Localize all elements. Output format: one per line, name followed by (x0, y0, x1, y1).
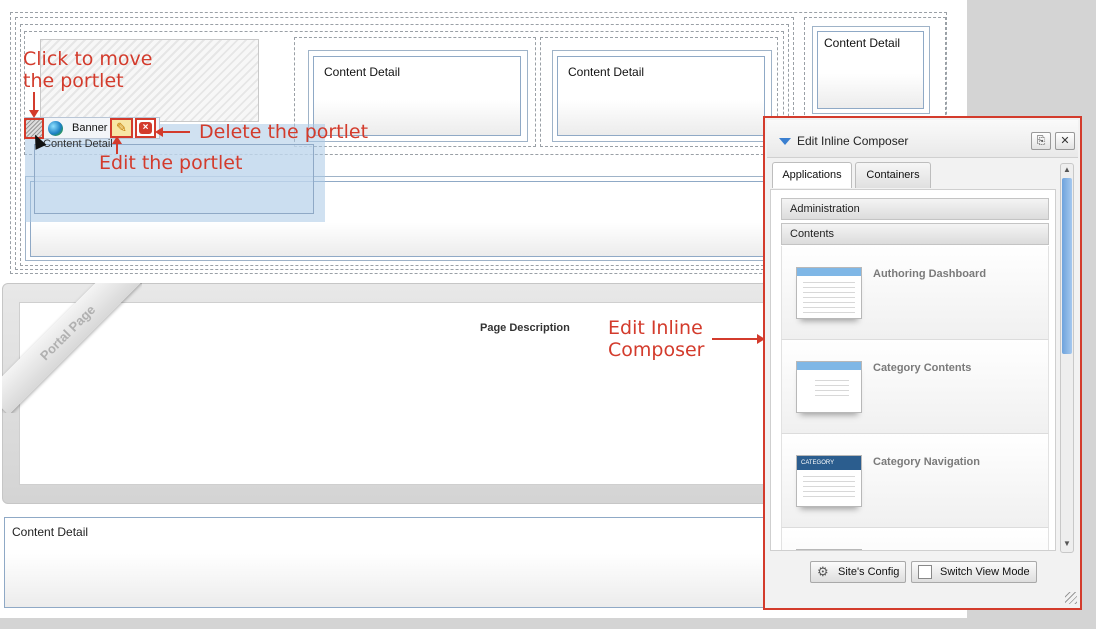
close-composer-button[interactable]: ✕ (1055, 132, 1075, 150)
sites-config-button[interactable]: ⚙ Site's Config (810, 561, 906, 583)
category-contents-thumbnail (796, 361, 862, 413)
portlet-title: Content Detail (12, 525, 89, 539)
content-detail-portlet-col3[interactable]: Content Detail (557, 56, 765, 136)
app-name: Category Navigation (873, 456, 980, 468)
resize-grip-icon[interactable] (1065, 592, 1077, 604)
annotation-move-line1: Click to move (23, 48, 153, 70)
save-icon: ⎘ (1036, 135, 1046, 147)
delete-icon: × (139, 122, 152, 134)
app-thumbnail (796, 549, 862, 550)
arrow-left-icon (155, 127, 163, 137)
pencil-icon: ✎ (116, 120, 127, 135)
composer-header[interactable]: Edit Inline Composer ⎘ ✕ (767, 120, 1078, 158)
app-item-authoring-dashboard[interactable]: Authoring Dashboard (781, 246, 1049, 340)
app-name: Category Contents (873, 362, 972, 374)
dragged-portlet-title: Content Detail (43, 138, 113, 150)
content-detail-portlet-bottom[interactable]: Content Detail (4, 517, 804, 608)
edit-inline-composer: Edit Inline Composer ⎘ ✕ Applications Co… (763, 116, 1082, 610)
annotation-composer-arrow (712, 338, 758, 340)
application-list: Administration Contents Authoring Dashbo… (770, 189, 1056, 551)
arrow-down-icon (29, 110, 39, 118)
category-administration[interactable]: Administration (781, 198, 1049, 220)
category-navigation-thumbnail: CATEGORY (796, 455, 862, 507)
scroll-up-icon[interactable]: ▲ (1061, 164, 1073, 176)
collapse-triangle-icon[interactable] (779, 138, 791, 145)
close-icon: ✕ (1060, 135, 1070, 147)
app-item-category-navigation[interactable]: CATEGORY Category Navigation (781, 434, 1049, 528)
content-detail-portlet-right[interactable]: Content Detail (817, 31, 924, 109)
portlet-title: Content Detail (824, 36, 901, 50)
portlet-title: Content Detail (568, 65, 645, 79)
annotation-move-arrow (33, 92, 35, 112)
annotation-composer-line1: Edit Inline (608, 317, 703, 339)
thumbnail-caption: CATEGORY (797, 456, 861, 470)
composer-title: Edit Inline Composer (797, 134, 909, 148)
annotation-delete: Delete the portlet (199, 121, 369, 143)
globe-icon (48, 121, 63, 136)
category-contents[interactable]: Contents (781, 223, 1049, 245)
page-description: Page Description (480, 322, 570, 334)
page-background-bottom (0, 618, 967, 629)
view-mode-icon (918, 565, 932, 579)
app-name: Authoring Dashboard (873, 268, 987, 280)
annotation-move-line2: the portlet (23, 70, 124, 92)
app-item-category-contents[interactable]: Category Contents (781, 340, 1049, 434)
portal-page-ribbon: Portal Page (2, 283, 142, 413)
annotation-edit: Edit the portlet (99, 152, 243, 174)
gear-icon: ⚙ (817, 564, 829, 579)
scroll-down-icon[interactable]: ▼ (1061, 538, 1073, 550)
annotation-move: Click to move the portlet (23, 48, 153, 92)
scrollbar-thumb[interactable] (1062, 178, 1072, 354)
switch-view-mode-button[interactable]: Switch View Mode (911, 561, 1037, 583)
arrow-up-icon (112, 136, 122, 144)
tab-applications[interactable]: Applications (772, 162, 852, 188)
annotation-composer: Edit Inline Composer (608, 317, 704, 361)
tab-containers[interactable]: Containers (855, 162, 931, 188)
switch-view-mode-label: Switch View Mode (940, 566, 1030, 578)
annotation-composer-line2: Composer (608, 339, 705, 361)
portlet-title: Content Detail (324, 65, 401, 79)
authoring-dashboard-thumbnail (796, 267, 862, 319)
annotation-delete-arrow (162, 131, 190, 133)
edit-portlet-button[interactable]: ✎ (110, 118, 133, 138)
save-layout-button[interactable]: ⎘ (1031, 132, 1051, 150)
list-scrollbar[interactable]: ▲ ▼ (1060, 163, 1074, 553)
sites-config-label: Site's Config (838, 566, 900, 578)
delete-portlet-button[interactable]: × (135, 118, 156, 138)
portal-page-ribbon-wrap: Portal Page (2, 283, 142, 413)
portlet-name: Banner (72, 122, 108, 134)
app-item-partial[interactable] (781, 528, 1049, 550)
